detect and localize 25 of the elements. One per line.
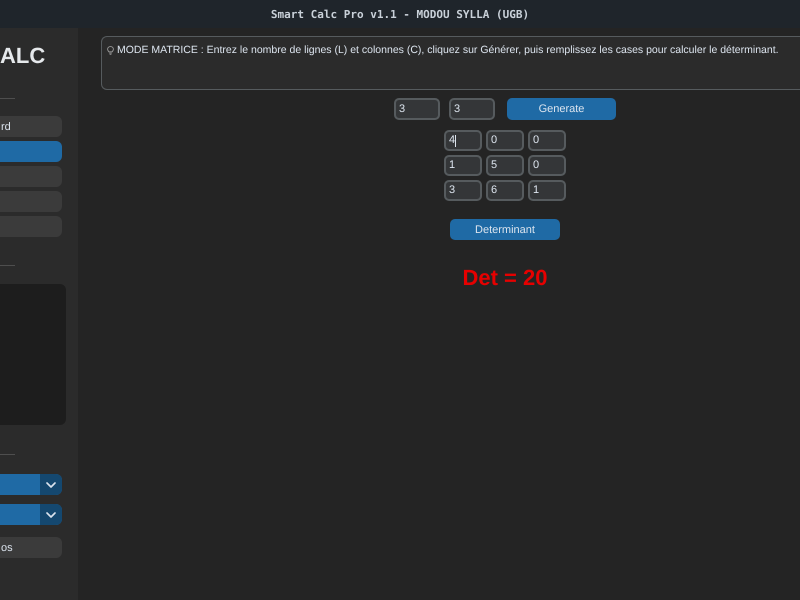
matrix-cell[interactable]: 1 bbox=[444, 155, 482, 176]
generate-button[interactable]: Generate bbox=[507, 98, 616, 120]
sidebar-button[interactable]: os bbox=[0, 537, 62, 558]
lightbulb-icon bbox=[107, 46, 114, 55]
matrix-cell[interactable]: 3 bbox=[444, 180, 482, 201]
matrix-cell[interactable]: 5 bbox=[486, 155, 524, 176]
app-logo: ALC bbox=[0, 43, 46, 69]
window-title: Smart Calc Pro v1.1 - MODOU SYLLA (UGB) bbox=[270, 8, 530, 20]
chevron-down-icon bbox=[40, 474, 62, 495]
hint-text: MODE MATRICE : Entrez le nombre de lignes (L) et colonnes (C), cliquez sur Générer, puis remplissez les cases pour calculer le déterminant. bbox=[117, 44, 779, 57]
columns-input[interactable]: 3 bbox=[449, 98, 495, 120]
matrix-cell[interactable]: 0 bbox=[528, 130, 566, 151]
matrix-cell[interactable]: 0 bbox=[486, 130, 524, 151]
matrix-cell[interactable]: 0 bbox=[528, 155, 566, 176]
dropdown[interactable] bbox=[0, 474, 62, 495]
rows-input[interactable]: 3 bbox=[394, 98, 440, 120]
determinant-button[interactable]: Determinant bbox=[450, 219, 560, 240]
matrix-cell[interactable]: 4 bbox=[444, 130, 482, 151]
matrix-cell[interactable]: 1 bbox=[528, 180, 566, 201]
result-text: Det = 20 bbox=[462, 265, 548, 291]
matrix-cell[interactable]: 6 bbox=[486, 180, 524, 201]
chevron-down-icon bbox=[40, 504, 62, 525]
menu-button[interactable]: rd bbox=[0, 116, 62, 137]
dropdown[interactable] bbox=[0, 504, 62, 525]
menu-button[interactable] bbox=[0, 141, 62, 162]
